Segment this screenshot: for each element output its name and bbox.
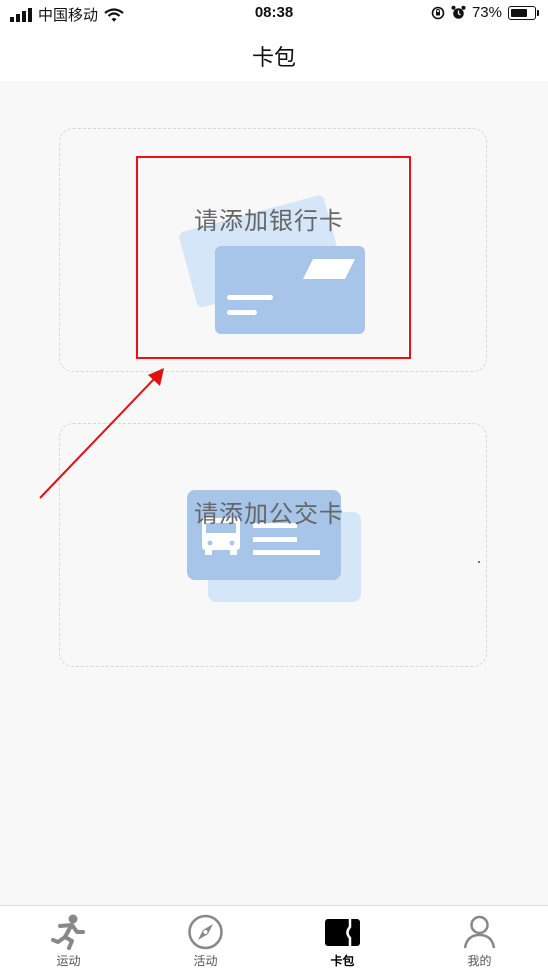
battery-icon	[508, 5, 539, 20]
tab-label-wallet: 卡包	[330, 954, 355, 968]
rotation-lock-icon	[431, 6, 445, 19]
user-icon	[463, 915, 496, 949]
navigation-bar: 卡包	[0, 26, 548, 83]
running-icon	[51, 914, 85, 950]
tab-bar: 运动 活动 卡包 我的	[0, 905, 548, 968]
tab-activity[interactable]: 活动	[137, 906, 274, 968]
status-bar: 中国移动 08:38 73%	[0, 0, 548, 26]
alarm-icon	[451, 5, 466, 19]
tab-label-me: 我的	[467, 954, 492, 968]
tab-label-sport: 运动	[56, 954, 81, 968]
status-right: 73%	[431, 4, 539, 21]
annotation-highlight-box	[136, 156, 411, 359]
battery-fill	[511, 8, 527, 17]
bus-card-icon	[187, 490, 361, 602]
page-title: 卡包	[251, 45, 296, 70]
tab-label-activity: 活动	[193, 954, 218, 968]
battery-percent: 73%	[471, 4, 502, 21]
wallet-icon	[325, 919, 360, 946]
tab-me[interactable]: 我的	[411, 906, 548, 968]
add-transit-card-button[interactable]: 请添加公交卡	[59, 423, 487, 667]
compass-icon	[188, 914, 223, 950]
tab-wallet[interactable]: 卡包	[274, 906, 411, 968]
add-transit-card-label: 请添加公交卡	[194, 501, 344, 528]
tab-sport[interactable]: 运动	[0, 906, 137, 968]
